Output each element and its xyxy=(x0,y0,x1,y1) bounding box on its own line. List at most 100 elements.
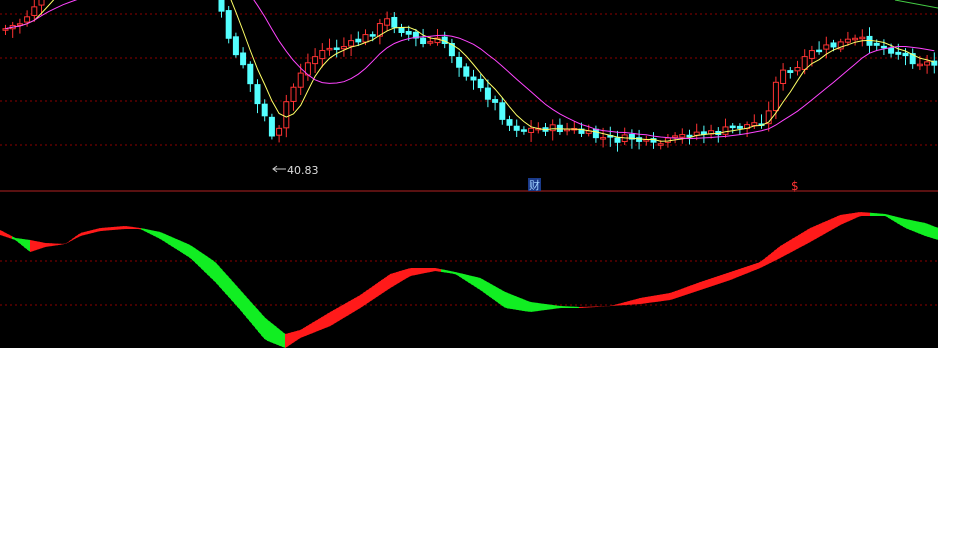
candle-body xyxy=(348,40,355,47)
candle-body xyxy=(340,46,347,50)
candle xyxy=(607,126,614,147)
candle-body xyxy=(470,76,477,81)
candle-body xyxy=(664,137,671,143)
candle-body xyxy=(859,36,866,40)
candle-body xyxy=(326,47,333,51)
candle-body xyxy=(816,49,823,53)
candle-body xyxy=(398,26,405,33)
candle-body xyxy=(232,36,239,56)
candle-body xyxy=(405,30,412,35)
candle-body xyxy=(38,0,45,6)
candle-body xyxy=(780,69,787,84)
candle xyxy=(636,129,643,150)
candle xyxy=(679,128,686,144)
candle-body xyxy=(218,0,225,12)
candle xyxy=(628,129,635,149)
candle-body xyxy=(600,137,607,140)
candle xyxy=(837,38,844,53)
candlestick-panel xyxy=(2,0,938,152)
candle xyxy=(477,74,484,92)
candle-body xyxy=(751,122,758,126)
candle xyxy=(614,130,621,152)
candle-body xyxy=(290,86,297,102)
candle-body xyxy=(880,45,887,49)
oscillator-panel xyxy=(0,212,938,348)
candle xyxy=(787,66,794,79)
candle-body xyxy=(506,119,513,126)
candle xyxy=(571,121,578,134)
candle-body xyxy=(520,129,527,132)
candle-body xyxy=(362,34,369,43)
candle xyxy=(880,39,887,55)
candle-body xyxy=(895,51,902,55)
event-marker-cai-label: 财 xyxy=(529,178,540,192)
candle xyxy=(556,118,563,135)
candle-body xyxy=(513,125,520,131)
low-price-annotation: 40.83 xyxy=(272,164,319,177)
candle xyxy=(276,125,283,143)
grid-layer xyxy=(0,13,938,306)
candle-body xyxy=(672,135,679,138)
low-price-label: 40.83 xyxy=(287,164,319,177)
candle-body xyxy=(823,44,830,50)
candle-body xyxy=(312,56,319,65)
candle xyxy=(931,52,938,74)
candle-body xyxy=(528,127,535,133)
candle-body xyxy=(679,134,686,138)
candle-body xyxy=(492,99,499,103)
chart-stage: 40.83 财 $ xyxy=(0,0,938,348)
candle xyxy=(621,127,628,145)
candle-body xyxy=(772,81,779,112)
candle xyxy=(794,60,801,76)
candle-body xyxy=(355,38,362,43)
candle-body xyxy=(801,56,808,70)
candle xyxy=(391,12,398,34)
oscillator-negative-segment xyxy=(936,227,938,240)
candle-body xyxy=(686,134,693,138)
candle xyxy=(420,28,427,48)
candle xyxy=(650,132,657,149)
event-marker-cai[interactable]: 财 xyxy=(528,178,541,192)
candle xyxy=(232,32,239,58)
candle-body xyxy=(420,37,427,45)
candle-body xyxy=(31,6,38,16)
candle-body xyxy=(384,18,391,26)
candle-body xyxy=(830,42,837,48)
candle xyxy=(852,34,859,46)
candle-body xyxy=(427,41,434,44)
candle xyxy=(348,34,355,57)
candle xyxy=(492,95,499,111)
candle-body xyxy=(852,37,859,41)
candle xyxy=(780,63,787,91)
candle-body xyxy=(297,72,304,88)
candle-body xyxy=(499,102,506,120)
candle-body xyxy=(247,63,254,85)
candle xyxy=(240,47,247,69)
candle-body xyxy=(225,10,232,39)
candle-body xyxy=(657,143,664,146)
candle xyxy=(254,79,261,114)
candle xyxy=(708,124,715,139)
candle-body xyxy=(391,16,398,28)
event-marker-dollar[interactable]: $ xyxy=(791,179,799,193)
candle xyxy=(463,63,470,81)
candle xyxy=(376,18,383,45)
candle-body xyxy=(592,128,599,139)
candle xyxy=(643,135,650,146)
candle xyxy=(2,24,9,35)
candle xyxy=(520,126,527,135)
candle-body xyxy=(614,137,621,143)
candle-body xyxy=(283,101,290,129)
candle-body xyxy=(477,78,484,89)
candle-body xyxy=(2,28,9,31)
ma-long2-line xyxy=(894,0,938,9)
candle-body xyxy=(333,47,340,50)
candle-body xyxy=(456,56,463,68)
candle xyxy=(744,121,751,138)
candle xyxy=(513,119,520,137)
candle xyxy=(765,101,772,132)
candle xyxy=(441,31,448,49)
candle-body xyxy=(700,131,707,135)
candle-body xyxy=(787,70,794,73)
candle xyxy=(9,21,16,38)
